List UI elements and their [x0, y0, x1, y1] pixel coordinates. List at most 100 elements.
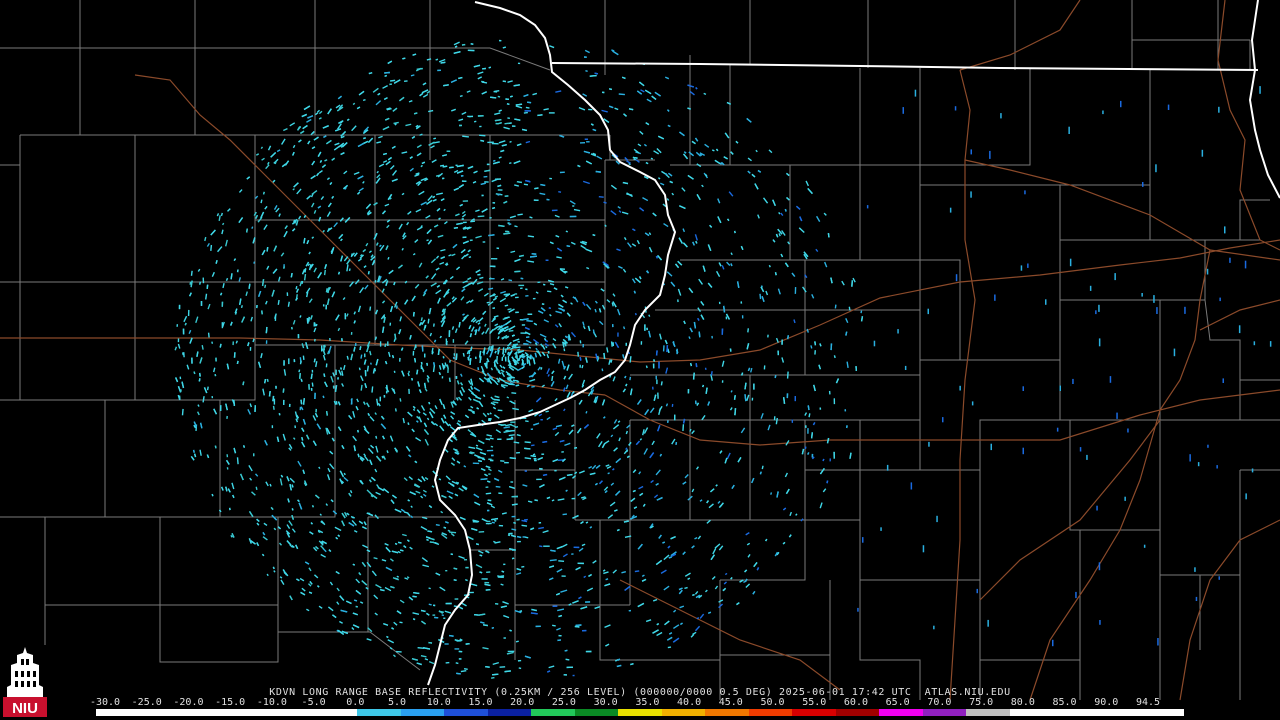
- echo-speck: [341, 338, 343, 342]
- echo-speck: [1216, 465, 1218, 469]
- color-scale-labels: -30.0 -25.0 -20.0 -15.0 -10.0 -5.0 0.0 5.0 10.0 1…: [90, 697, 1190, 708]
- echo-speck: [286, 292, 289, 297]
- echo-speck: [541, 453, 545, 455]
- scale-tick-label: -15.0: [215, 697, 246, 708]
- echo-speck: [1155, 164, 1157, 173]
- echo-speck: [1253, 341, 1256, 346]
- echo-speck: [275, 385, 277, 389]
- echo-speck: [308, 384, 310, 390]
- echo-speck: [294, 425, 296, 429]
- echo-speck: [1056, 427, 1059, 432]
- echo-speck: [472, 462, 480, 465]
- echo-speck: [1238, 325, 1241, 334]
- echo-speck: [646, 327, 648, 331]
- color-bar-swatch: [313, 709, 358, 716]
- color-bar-swatch: [1009, 709, 1054, 716]
- echo-speck: [751, 397, 754, 401]
- scale-tick-label: 75.0: [969, 697, 994, 708]
- echo-speck: [1251, 468, 1254, 473]
- echo-speck: [180, 389, 182, 392]
- echo-speck: [652, 363, 655, 369]
- echo-speck: [655, 375, 657, 380]
- echo-speck: [445, 602, 452, 605]
- color-bar-swatch: [792, 709, 837, 716]
- echo-speck: [740, 301, 743, 304]
- echo-speck: [530, 428, 534, 430]
- echo-speck: [1095, 310, 1097, 315]
- echo-speck: [518, 284, 525, 287]
- echo-speck: [468, 115, 474, 118]
- scale-tick-label: 55.0: [802, 697, 827, 708]
- echo-speck: [1167, 104, 1170, 110]
- echo-speck: [271, 425, 274, 429]
- echo-speck: [379, 341, 382, 347]
- echo-speck: [561, 575, 566, 577]
- echo-speck: [211, 395, 214, 399]
- echo-speck: [534, 459, 537, 462]
- scale-tick-label: 50.0: [760, 697, 785, 708]
- echo-speck: [640, 341, 643, 345]
- echo-speck: [517, 540, 521, 543]
- color-bar-swatch: [400, 709, 445, 716]
- echo-speck: [283, 360, 285, 366]
- echo-speck: [674, 414, 676, 421]
- echo-speck: [794, 396, 796, 402]
- echo-speck: [437, 69, 441, 72]
- echo-speck: [554, 469, 557, 472]
- echo-speck: [721, 328, 724, 335]
- niu-logo: NIU: [3, 645, 47, 717]
- echo-speck: [1224, 226, 1226, 234]
- echo-speck: [1120, 100, 1122, 108]
- echo-speck: [273, 398, 276, 405]
- echo-speck: [454, 598, 459, 600]
- echo-speck: [535, 625, 541, 628]
- scale-tick-label: -25.0: [131, 697, 162, 708]
- echo-speck: [446, 150, 451, 153]
- echo-speck: [577, 562, 584, 565]
- color-bar-swatch: [879, 709, 924, 716]
- echo-speck: [503, 637, 506, 639]
- echo-speck: [187, 309, 190, 317]
- echo-speck: [548, 112, 555, 114]
- echo-speck: [455, 164, 458, 166]
- echo-speck: [1096, 505, 1098, 511]
- scale-tick-label: 0.0: [346, 697, 365, 708]
- echo-speck: [461, 180, 467, 183]
- reflectivity-color-bar: [96, 709, 1185, 716]
- echo-speck: [325, 304, 327, 310]
- echo-speck: [936, 515, 938, 523]
- echo-speck: [1156, 307, 1158, 314]
- echo-speck: [551, 209, 558, 212]
- echo-speck: [1143, 544, 1146, 548]
- echo-speck: [1099, 620, 1101, 625]
- echo-speck: [1052, 639, 1054, 647]
- echo-speck: [508, 532, 513, 535]
- echo-speck: [833, 451, 835, 459]
- echo-speck: [462, 236, 467, 239]
- color-bar-swatch: [1140, 709, 1185, 716]
- echo-speck: [547, 351, 550, 354]
- echo-speck: [486, 163, 490, 166]
- echo-speck: [226, 454, 229, 458]
- echo-speck: [497, 576, 503, 578]
- echo-speck: [424, 353, 426, 358]
- echo-speck: [652, 386, 654, 390]
- echo-speck: [232, 341, 234, 346]
- scale-tick-label: -10.0: [256, 697, 287, 708]
- echo-speck: [910, 482, 913, 490]
- echo-speck: [573, 546, 580, 549]
- echo-speck: [511, 495, 519, 498]
- echo-speck: [612, 324, 614, 328]
- color-bar-swatch: [966, 709, 1011, 716]
- echo-speck: [485, 522, 489, 525]
- echo-speck: [517, 62, 521, 65]
- scale-tick-label: -5.0: [301, 697, 326, 708]
- echo-speck: [545, 259, 549, 261]
- echo-speck: [511, 515, 516, 518]
- echo-speck: [256, 305, 258, 309]
- echo-speck: [455, 375, 458, 379]
- echo-speck: [442, 177, 445, 180]
- echo-speck: [914, 89, 917, 97]
- echo-speck: [718, 301, 721, 305]
- echo-speck: [481, 578, 488, 580]
